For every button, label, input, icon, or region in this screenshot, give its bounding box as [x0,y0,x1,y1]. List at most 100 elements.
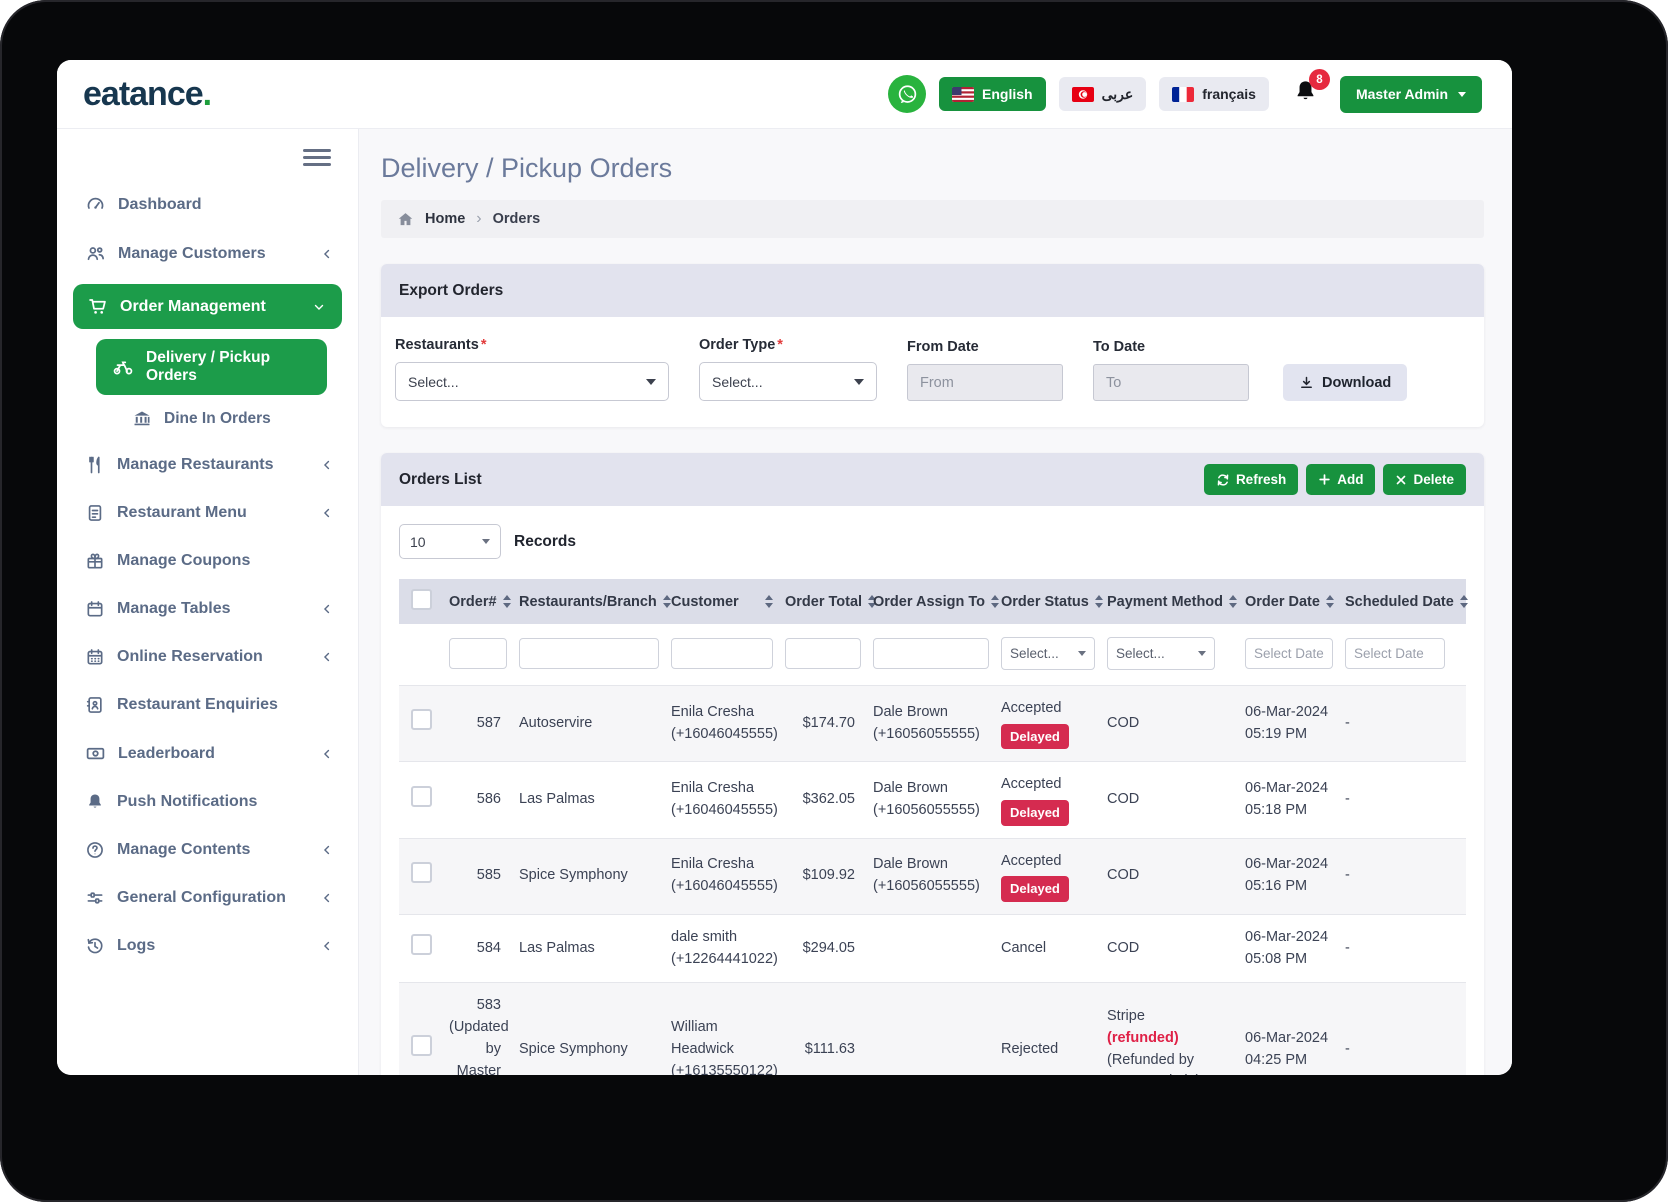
logo-dot: . [203,75,211,113]
sort-icon [1095,595,1103,608]
order-type-label: Order Type [699,337,775,353]
motorcycle-icon [112,356,134,378]
sidebar-item-label: Manage Contents [117,841,250,859]
sort-icon [503,595,511,608]
france-flag-icon [1172,87,1194,102]
sidebar-item-manage-restaurants[interactable]: Manage Restaurants [57,441,358,489]
menu-toggle-icon[interactable] [303,149,331,166]
sort-icon [1326,595,1334,608]
download-button[interactable]: Download [1283,364,1407,401]
sidebar-item-logs[interactable]: Logs [57,922,358,970]
filter-scheduled-date-input[interactable] [1345,638,1445,669]
sidebar-item-order-management[interactable]: Order Management [73,284,342,329]
sidebar-item-manage-coupons[interactable]: Manage Coupons [57,537,358,585]
sidebar-item-label: Restaurant Enquiries [117,696,278,714]
row-checkbox[interactable] [411,786,432,807]
column-header-payment[interactable]: Payment Method [1101,579,1239,624]
main-content: Delivery / Pickup Orders Home › Orders E… [359,129,1512,1075]
column-header-assign[interactable]: Order Assign To [867,579,995,624]
home-icon [397,211,414,228]
column-header-customer[interactable]: Customer [665,579,779,624]
sidebar-item-label: Manage Tables [117,600,231,618]
orders-list-actions: Refresh Add Delete [1204,464,1466,495]
row-checkbox[interactable] [411,1035,432,1056]
language-button-french[interactable]: français [1159,77,1269,111]
bank-icon [132,409,152,429]
delete-button[interactable]: Delete [1383,464,1466,495]
sidebar-item-label: Dashboard [118,196,202,214]
add-button[interactable]: Add [1306,464,1375,495]
filter-order-input[interactable] [449,638,507,669]
filter-total-input[interactable] [785,638,861,669]
sidebar-item-restaurant-menu[interactable]: Restaurant Menu [57,489,358,537]
column-header-status[interactable]: Order Status [995,579,1101,624]
notifications-bell[interactable]: 8 [1292,78,1319,110]
column-header-restaurant[interactable]: Restaurants/Branch [513,579,665,624]
sidebar-item-label: Online Reservation [117,648,263,666]
filter-restaurant-input[interactable] [519,638,659,669]
records-count-select[interactable]: 10 [399,524,501,559]
row-checkbox[interactable] [411,709,432,730]
sidebar-item-label: Push Notifications [117,793,257,811]
chevron-left-icon [320,939,334,953]
table-filter-row: Select... Select... [399,624,1466,686]
logo-text: eatance [83,75,203,113]
records-per-page: 10 Records [399,524,1466,559]
language-label: عربى [1102,86,1134,103]
calendar-days-icon [85,647,105,667]
to-date-input[interactable] [1093,364,1249,401]
whatsapp-icon[interactable] [888,75,926,113]
from-date-label: From Date [907,339,1063,355]
breadcrumb-separator: › [476,210,481,228]
order-row-583: 583(Updated by Master Admin) Spice Symph… [399,983,1466,1075]
sidebar-item-delivery-pickup-orders[interactable]: Delivery / Pickup Orders [96,339,327,395]
select-all-checkbox[interactable] [411,589,432,610]
from-date-input[interactable] [907,364,1063,401]
tunisia-flag-icon [1072,87,1094,102]
address-book-icon [85,695,105,715]
sidebar-item-restaurant-enquiries[interactable]: Restaurant Enquiries [57,681,358,729]
sidebar-item-manage-contents[interactable]: Manage Contents [57,826,358,874]
order-type-select[interactable]: Select... [699,362,877,401]
column-header-order[interactable]: Order# [443,579,513,624]
device-frame: eatance. English عربى français 8 [0,0,1668,1202]
filter-payment-select[interactable]: Select... [1107,637,1215,670]
sidebar-item-dine-in-orders[interactable]: Dine In Orders [57,397,358,441]
filter-order-date-input[interactable] [1245,638,1333,669]
chevron-left-icon [320,247,334,261]
filter-status-select[interactable]: Select... [1001,637,1095,670]
breadcrumb-home-link[interactable]: Home [425,211,465,227]
restaurants-select[interactable]: Select... [395,362,669,401]
column-header-scheduled-date[interactable]: Scheduled Date [1339,579,1466,624]
sliders-icon [85,888,105,908]
sort-icon [765,595,773,608]
required-asterisk: * [481,337,487,353]
column-header-order-date[interactable]: Order Date [1239,579,1339,624]
calendar-icon [85,599,105,619]
sidebar-item-manage-customers[interactable]: Manage Customers [57,229,358,278]
to-date-label: To Date [1093,339,1249,355]
refresh-button[interactable]: Refresh [1204,464,1298,495]
order-note: (Updated by Master Admin) [449,1017,501,1075]
language-label: English [982,86,1033,102]
column-header-total[interactable]: Order Total [779,579,867,624]
row-checkbox[interactable] [411,862,432,883]
sidebar-item-push-notifications[interactable]: Push Notifications [57,778,358,826]
sidebar-nav: Dashboard Manage Customers Order Managem… [57,180,358,970]
select-all-header [399,579,443,624]
sidebar-item-dashboard[interactable]: Dashboard [57,180,358,229]
user-menu-button[interactable]: Master Admin [1340,76,1482,113]
language-button-english[interactable]: English [939,77,1046,111]
language-button-arabic[interactable]: عربى [1059,77,1147,111]
sidebar-item-online-reservation[interactable]: Online Reservation [57,633,358,681]
order-row-587: 587 Autoservire Enila Cresha(+1604604555… [399,686,1466,762]
row-checkbox[interactable] [411,934,432,955]
sidebar-item-general-configuration[interactable]: General Configuration [57,874,358,922]
to-date-field: To Date [1093,339,1249,401]
utensils-icon [85,455,105,475]
filter-customer-input[interactable] [671,638,773,669]
sidebar-item-label: Manage Customers [118,245,266,263]
sidebar-item-manage-tables[interactable]: Manage Tables [57,585,358,633]
filter-assign-input[interactable] [873,638,989,669]
sidebar-item-leaderboard[interactable]: Leaderboard [57,729,358,778]
